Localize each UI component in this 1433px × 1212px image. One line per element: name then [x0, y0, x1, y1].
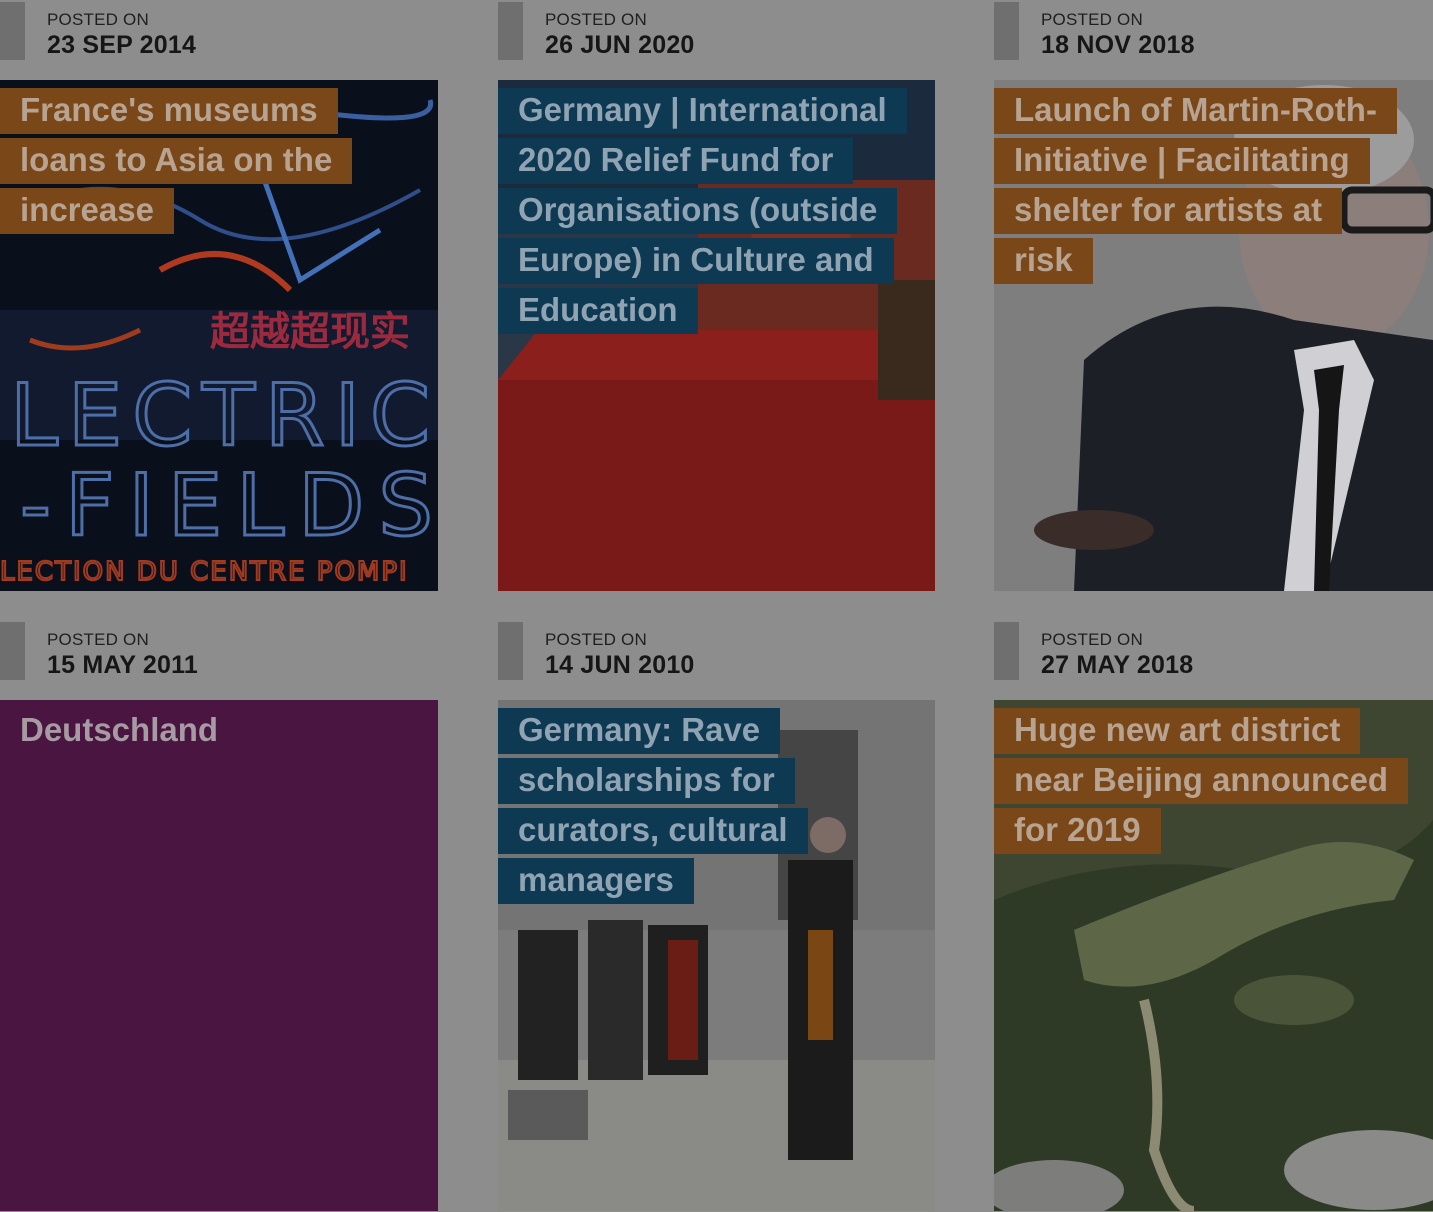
post-date: 18 NOV 2018 — [1041, 31, 1195, 59]
date-marker — [0, 2, 25, 60]
neon-chinese-text: 超越超现实 — [210, 309, 410, 355]
post-thumbnail-link[interactable]: Germany | International 2020 Relief Fund… — [498, 80, 936, 591]
post-meta: POSTED ON 27 MAY 2018 — [994, 620, 1433, 700]
date-marker — [994, 2, 1019, 60]
post-thumbnail-link[interactable]: Launch of Martin-Roth-Initiative | Facil… — [994, 80, 1433, 591]
post-meta: POSTED ON 26 JUN 2020 — [498, 0, 936, 80]
post-card[interactable]: POSTED ON 23 SEP 2014 超越超现实 LECTRIC -FIE… — [0, 0, 438, 591]
post-date: 15 MAY 2011 — [47, 651, 198, 679]
posted-on-label: POSTED ON — [545, 630, 647, 649]
post-date: 23 SEP 2014 — [47, 31, 197, 59]
post-meta: POSTED ON 14 JUN 2010 — [498, 620, 936, 700]
post-meta: POSTED ON 23 SEP 2014 — [0, 0, 438, 80]
date-marker — [994, 622, 1019, 680]
post-thumbnail-link[interactable]: Deutschland — [0, 700, 438, 1211]
post-title[interactable]: Launch of Martin-Roth-Initiative | Facil… — [994, 80, 1404, 285]
post-date: 27 MAY 2018 — [1041, 651, 1194, 679]
post-card[interactable]: POSTED ON 15 MAY 2011 Deutschland — [0, 620, 438, 1211]
post-card[interactable]: POSTED ON 14 JUN 2010 Germany: Rave scho… — [498, 620, 936, 1211]
post-title[interactable]: Germany | International 2020 Relief Fund… — [498, 80, 908, 335]
date-marker — [498, 2, 523, 60]
post-date: 26 JUN 2020 — [545, 31, 695, 59]
posted-on-label: POSTED ON — [47, 630, 149, 649]
post-card[interactable]: POSTED ON 27 MAY 2018 Huge new art distr… — [994, 620, 1433, 1211]
post-card[interactable]: POSTED ON 26 JUN 2020 Germany | Internat… — [498, 0, 936, 591]
post-date: 14 JUN 2010 — [545, 651, 695, 679]
post-card[interactable]: POSTED ON 18 NOV 2018 Launch of Martin-R… — [994, 0, 1433, 591]
post-title[interactable]: Germany: Rave scholarships for curators,… — [498, 700, 908, 905]
posted-on-label: POSTED ON — [1041, 630, 1143, 649]
posted-on-label: POSTED ON — [545, 10, 647, 29]
posted-on-label: POSTED ON — [47, 10, 149, 29]
date-marker — [0, 622, 25, 680]
neon-text-line-2: LECTRIC — [10, 366, 438, 466]
neon-text-line-4: LECTION DU CENTRE POMPI — [0, 557, 409, 587]
post-thumbnail-link[interactable]: 超越超现实 LECTRIC -FIELDS LECTION DU CENTRE … — [0, 80, 438, 591]
post-title[interactable]: France's museums loans to Asia on the in… — [0, 80, 410, 235]
post-title[interactable]: Deutschland — [0, 700, 238, 755]
post-thumbnail-link[interactable]: Germany: Rave scholarships for curators,… — [498, 700, 936, 1211]
post-thumbnail-link[interactable]: Huge new art district near Beijing annou… — [994, 700, 1433, 1211]
post-meta: POSTED ON 18 NOV 2018 — [994, 0, 1433, 80]
post-title[interactable]: Huge new art district near Beijing annou… — [994, 700, 1409, 855]
post-meta: POSTED ON 15 MAY 2011 — [0, 620, 438, 700]
posted-on-label: POSTED ON — [1041, 10, 1143, 29]
date-marker — [498, 622, 523, 680]
neon-text-line-3: -FIELDS — [20, 456, 438, 556]
